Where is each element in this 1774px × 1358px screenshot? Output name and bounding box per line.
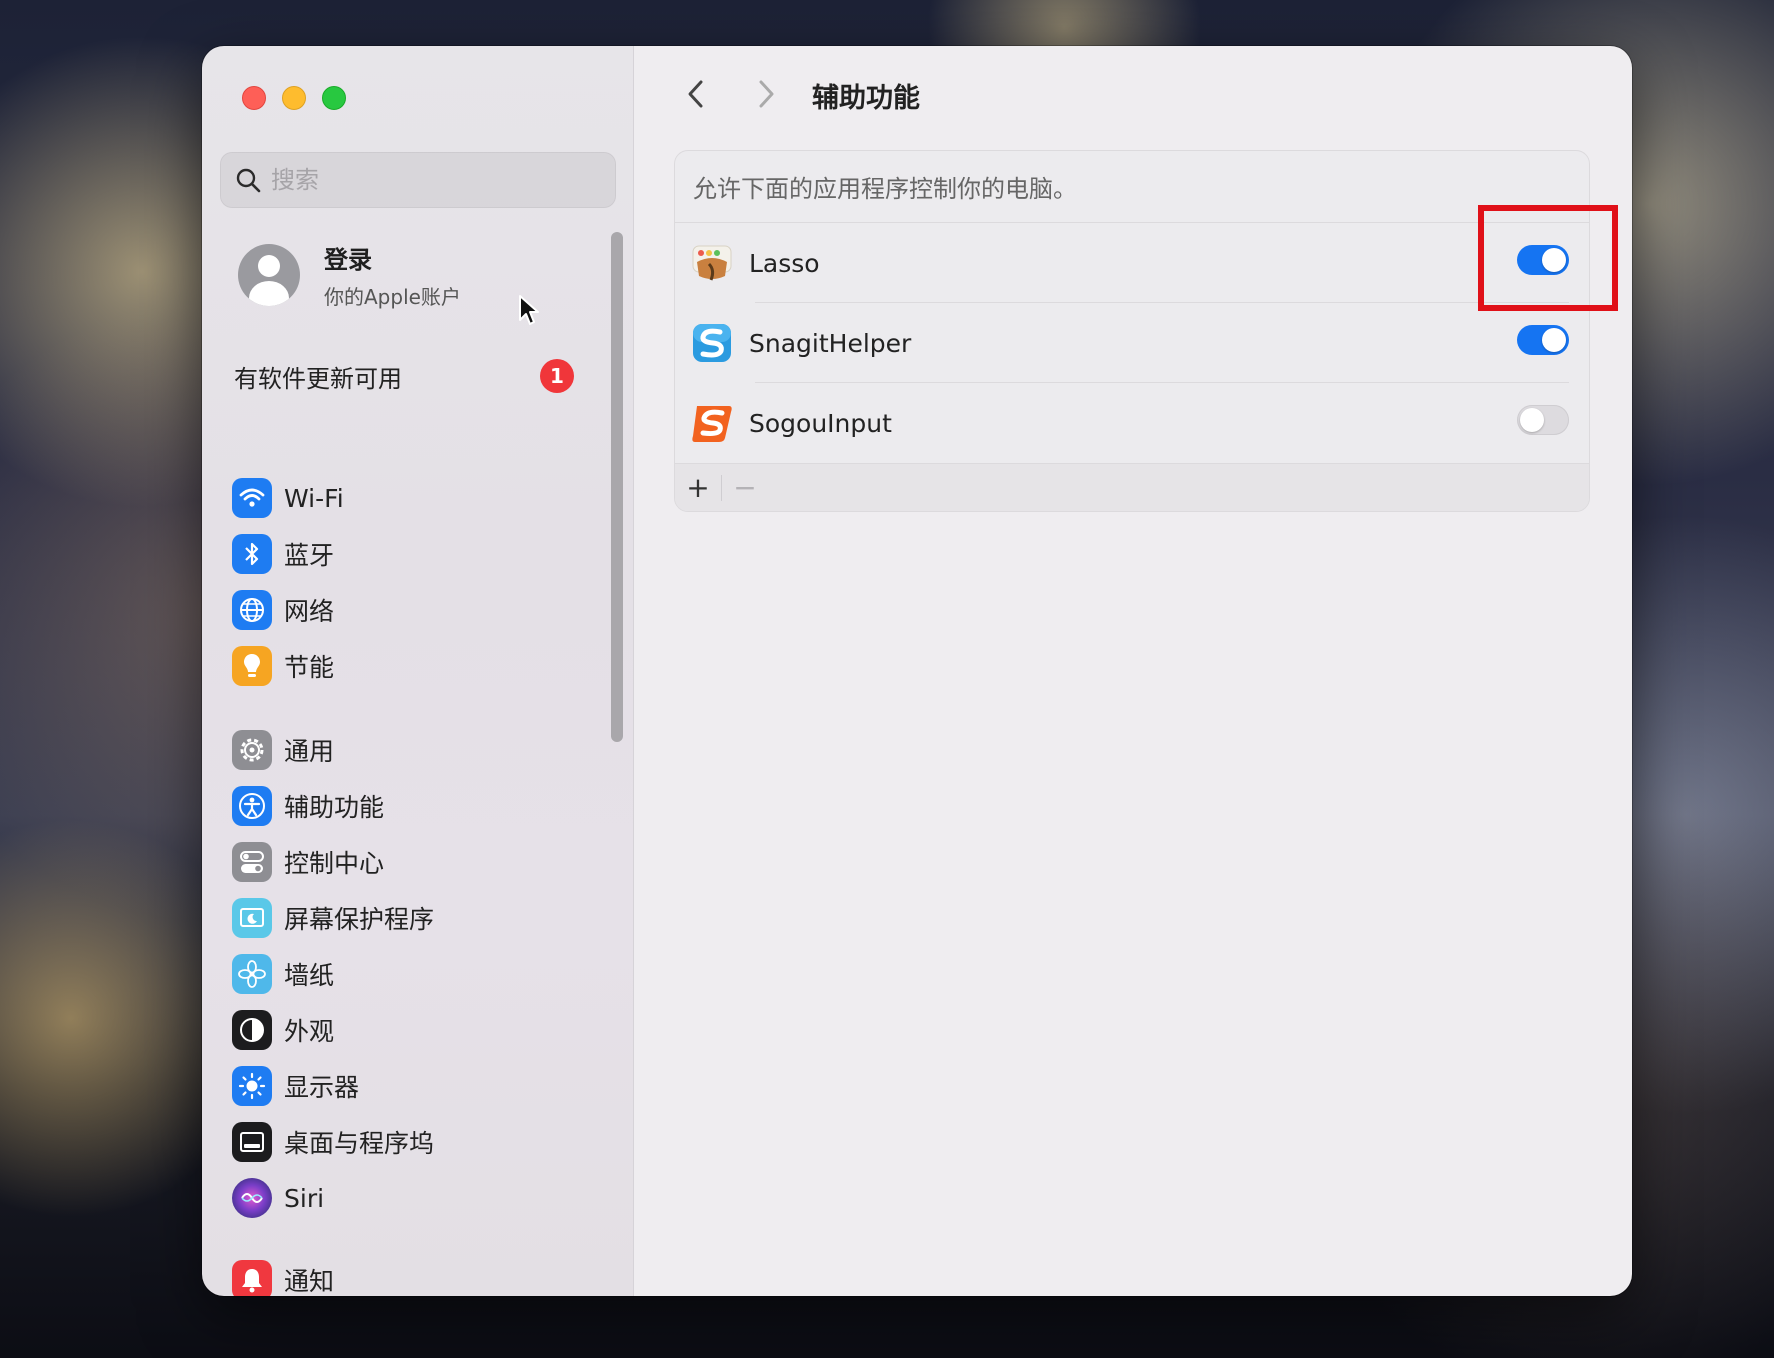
- siri-icon: [232, 1178, 272, 1218]
- wifi-icon: [232, 478, 272, 518]
- app-name: Lasso: [749, 248, 820, 278]
- toolbar: 辅助功能: [634, 46, 1632, 146]
- sidebar-item-label: 屏幕保护程序: [284, 905, 435, 934]
- sogouinput-toggle[interactable]: [1517, 405, 1569, 435]
- accessibility-icon: [232, 786, 272, 826]
- sidebar-item-label: 通知: [284, 1267, 335, 1296]
- window-controls: [242, 86, 346, 110]
- sidebar-item-notifications[interactable]: 通知: [232, 1256, 334, 1296]
- sidebar-item-displays[interactable]: 显示器: [232, 1062, 359, 1110]
- sidebar-item-label: 网络: [284, 597, 335, 626]
- sidebar-item-label: 蓝牙: [284, 541, 335, 570]
- sidebar-item-label: 控制中心: [284, 849, 385, 878]
- dock-icon: [232, 1122, 272, 1162]
- flower-icon: [232, 954, 272, 994]
- sidebar-item-bluetooth[interactable]: 蓝牙: [232, 530, 334, 578]
- sogou-app-icon: [692, 406, 732, 442]
- sidebar-item-wifi[interactable]: Wi-Fi: [232, 474, 344, 522]
- gear-icon: [232, 730, 272, 770]
- sidebar-item-screensaver[interactable]: 屏幕保护程序: [232, 894, 434, 942]
- sidebar-item-desktop-dock[interactable]: 桌面与程序坞: [232, 1118, 434, 1166]
- add-app-button[interactable]: +: [675, 464, 721, 512]
- sidebar-item-control-center[interactable]: 控制中心: [232, 838, 384, 886]
- bell-icon: [232, 1260, 272, 1296]
- sidebar-item-siri[interactable]: Siri: [232, 1174, 324, 1222]
- sidebar-item-wallpaper[interactable]: 墙纸: [232, 950, 334, 998]
- sidebar-item-label: 辅助功能: [284, 793, 385, 822]
- back-button[interactable]: [678, 76, 714, 112]
- highlight-annotation-box: [1478, 205, 1618, 311]
- forward-button[interactable]: [748, 76, 784, 112]
- app-row-snagithelper: SnagitHelper: [675, 303, 1589, 383]
- sidebar-item-label: Siri: [284, 1183, 325, 1213]
- sidebar-item-accessibility[interactable]: 辅助功能: [232, 782, 384, 830]
- minimize-button[interactable]: [282, 86, 306, 110]
- sidebar-item-label: 显示器: [284, 1073, 360, 1102]
- search-input[interactable]: [271, 166, 591, 194]
- update-badge: 1: [540, 359, 574, 393]
- software-update-label: 有软件更新可用: [234, 364, 402, 393]
- chevron-right-icon: [759, 80, 774, 108]
- sidebar-scrollbar[interactable]: [611, 232, 623, 742]
- zoom-button[interactable]: [322, 86, 346, 110]
- sidebar-item-appearance[interactable]: 外观: [232, 1006, 334, 1054]
- software-update-row[interactable]: 有软件更新可用 1: [234, 354, 574, 398]
- appearance-icon: [232, 1010, 272, 1050]
- account-title: 登录: [324, 246, 372, 274]
- sidebar-item-network[interactable]: 网络: [232, 586, 334, 634]
- system-settings-window: 登录 你的Apple账户 有软件更新可用 1 Wi-Fi 蓝牙: [202, 46, 1632, 1296]
- panel-footer: + −: [675, 463, 1589, 511]
- search-field[interactable]: [220, 152, 616, 208]
- close-button[interactable]: [242, 86, 266, 110]
- panel-description: 允许下面的应用程序控制你的电脑。: [675, 151, 1589, 223]
- globe-icon: [232, 590, 272, 630]
- sidebar-item-label: Wi-Fi: [284, 483, 344, 513]
- app-row-sogouinput: SogouInput: [675, 383, 1589, 463]
- lasso-app-icon: [692, 245, 732, 281]
- mouse-pointer-icon: [519, 295, 539, 325]
- accessibility-apps-panel: 允许下面的应用程序控制你的电脑。 Lasso SnagitHelper Sogo…: [674, 150, 1590, 512]
- toggles-icon: [232, 842, 272, 882]
- snagithelper-toggle[interactable]: [1517, 325, 1569, 355]
- sidebar: 登录 你的Apple账户 有软件更新可用 1 Wi-Fi 蓝牙: [202, 46, 634, 1296]
- app-name: SnagitHelper: [749, 328, 912, 358]
- sun-icon: [232, 1066, 272, 1106]
- sidebar-item-general[interactable]: 通用: [232, 726, 334, 774]
- page-title: 辅助功能: [812, 83, 920, 114]
- app-name: SogouInput: [749, 408, 892, 438]
- account-subtitle: 你的Apple账户: [324, 285, 461, 309]
- sidebar-item-label: 节能: [284, 653, 335, 682]
- remove-app-button[interactable]: −: [722, 464, 768, 512]
- app-row-lasso: Lasso: [675, 223, 1589, 303]
- sidebar-item-label: 外观: [284, 1017, 335, 1046]
- screensaver-icon: [232, 898, 272, 938]
- sidebar-item-label: 桌面与程序坞: [284, 1129, 435, 1158]
- apple-account[interactable]: 登录 你的Apple账户: [238, 240, 461, 310]
- sidebar-item-label: 通用: [284, 737, 335, 766]
- chevron-left-icon: [688, 80, 703, 108]
- bluetooth-icon: [232, 534, 272, 574]
- sidebar-item-label: 墙纸: [284, 961, 335, 990]
- sidebar-item-energy[interactable]: 节能: [232, 642, 334, 690]
- search-icon: [236, 168, 261, 193]
- snagit-app-icon: [693, 324, 731, 362]
- avatar: [238, 244, 300, 306]
- lightbulb-icon: [232, 646, 272, 686]
